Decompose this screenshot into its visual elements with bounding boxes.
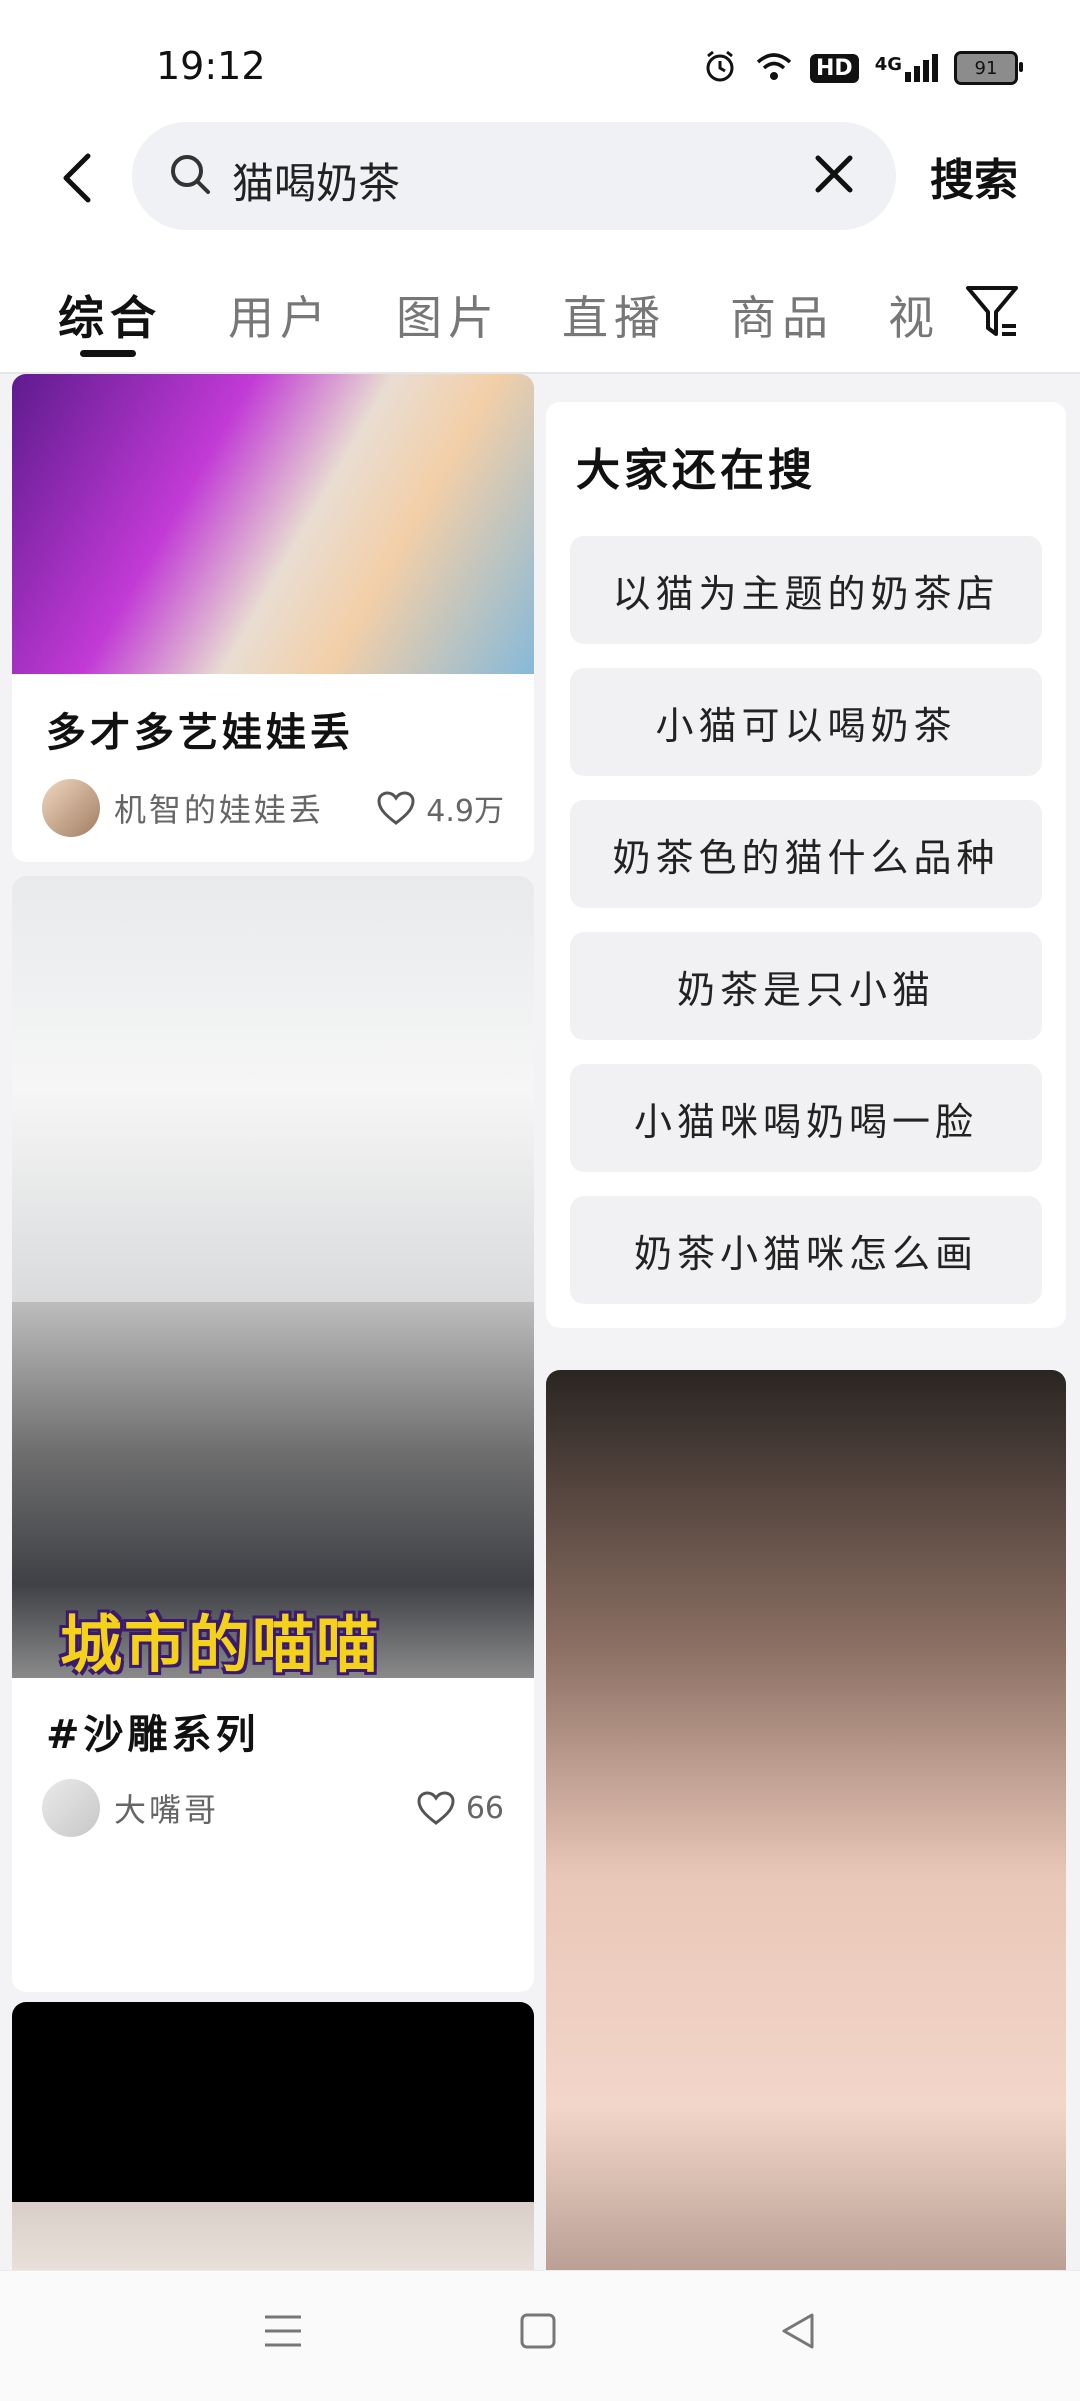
status-time: 19:12 <box>156 44 266 88</box>
result-card[interactable] <box>12 2002 534 2270</box>
card-image <box>12 374 534 674</box>
like-count: 4.9万 <box>426 794 504 829</box>
avatar[interactable] <box>42 779 100 837</box>
square-icon <box>520 2313 556 2349</box>
search-icon <box>171 155 210 194</box>
hd-badge: HD <box>810 53 859 83</box>
filter-icon <box>966 286 1018 336</box>
like-button[interactable]: 4.9万 <box>376 786 504 830</box>
tab-images[interactable]: 图片 <box>396 282 500 348</box>
status-bar: 19:12 HD 4G 91 <box>0 0 1080 120</box>
home-button[interactable] <box>518 2311 558 2355</box>
heart-icon <box>377 791 415 825</box>
tab-products[interactable]: 商品 <box>730 282 834 348</box>
system-nav-bar <box>0 2270 1080 2401</box>
battery-icon: 91 <box>954 51 1023 85</box>
category-tabs: 综合 用户 图片 直播 商品 视 <box>0 262 1080 372</box>
status-icons: HD 4G 91 <box>702 48 1023 88</box>
related-search-chip[interactable]: 以猫为主题的奶茶店 <box>570 536 1042 644</box>
results-feed: 多才多艺娃娃丢 机智的娃娃丢 4.9万 城市的喵喵 #沙雕系列 大嘴哥 66 大… <box>0 374 1080 2270</box>
author-row: 大嘴哥 66 <box>42 1776 504 1840</box>
search-button[interactable]: 搜索 <box>930 144 1018 208</box>
card-image <box>12 876 534 1302</box>
menu-icon <box>265 2315 301 2347</box>
author-name[interactable]: 大嘴哥 <box>114 1785 416 1831</box>
card-image <box>12 2202 534 2270</box>
avatar[interactable] <box>42 1779 100 1837</box>
related-searches-title: 大家还在搜 <box>576 445 816 496</box>
related-search-chip[interactable]: 奶茶小猫咪怎么画 <box>570 1196 1042 1304</box>
related-search-chip[interactable]: 小猫可以喝奶茶 <box>570 668 1042 776</box>
heart-icon <box>417 1791 455 1825</box>
author-name[interactable]: 机智的娃娃丢 <box>114 785 376 831</box>
chevron-left-icon <box>63 153 91 203</box>
search-query[interactable]: 猫喝奶茶 <box>232 150 400 211</box>
like-button[interactable]: 66 <box>416 1790 504 1826</box>
battery-level: 91 <box>974 57 998 79</box>
search-input[interactable]: 猫喝奶茶 <box>132 122 896 230</box>
tab-users[interactable]: 用户 <box>228 282 332 348</box>
wifi-icon <box>754 50 794 86</box>
related-search-chip[interactable]: 小猫咪喝奶喝一脸 <box>570 1064 1042 1172</box>
signal-icon: 4G <box>875 54 938 82</box>
image-overlay-text: 城市的喵喵 <box>60 1608 381 1681</box>
like-count: 66 <box>465 1790 504 1826</box>
tab-video[interactable]: 视 <box>888 282 940 348</box>
back-button[interactable] <box>48 148 108 208</box>
card-title: 多才多艺娃娃丢 <box>46 710 354 756</box>
filter-button[interactable] <box>964 282 1020 346</box>
alarm-icon <box>702 48 738 88</box>
tab-live[interactable]: 直播 <box>562 282 666 348</box>
author-row: 机智的娃娃丢 4.9万 <box>42 776 504 840</box>
network-type: 4G <box>874 54 902 75</box>
related-search-chip[interactable]: 奶茶色的猫什么品种 <box>570 800 1042 908</box>
active-tab-indicator <box>80 350 136 357</box>
tab-comprehensive[interactable]: 综合 <box>58 282 162 348</box>
card-image <box>546 1370 1066 2270</box>
related-search-chip[interactable]: 奶茶是只小猫 <box>570 932 1042 1040</box>
back-nav-button[interactable] <box>778 2311 818 2355</box>
triangle-back-icon <box>782 2313 814 2349</box>
card-image <box>12 2002 534 2202</box>
search-header: 猫喝奶茶 搜索 <box>0 120 1080 232</box>
result-card[interactable]: 城市的喵喵 #沙雕系列 大嘴哥 66 <box>12 876 534 1992</box>
menu-button[interactable] <box>262 2311 304 2355</box>
card-title: #沙雕系列 <box>46 1712 260 1758</box>
result-card[interactable]: 多才多艺娃娃丢 机智的娃娃丢 4.9万 <box>12 374 534 862</box>
related-searches-card: 大家还在搜 以猫为主题的奶茶店 小猫可以喝奶茶 奶茶色的猫什么品种 奶茶是只小猫… <box>546 402 1066 1328</box>
clear-icon[interactable] <box>812 152 856 196</box>
result-card[interactable] <box>546 1370 1066 2270</box>
